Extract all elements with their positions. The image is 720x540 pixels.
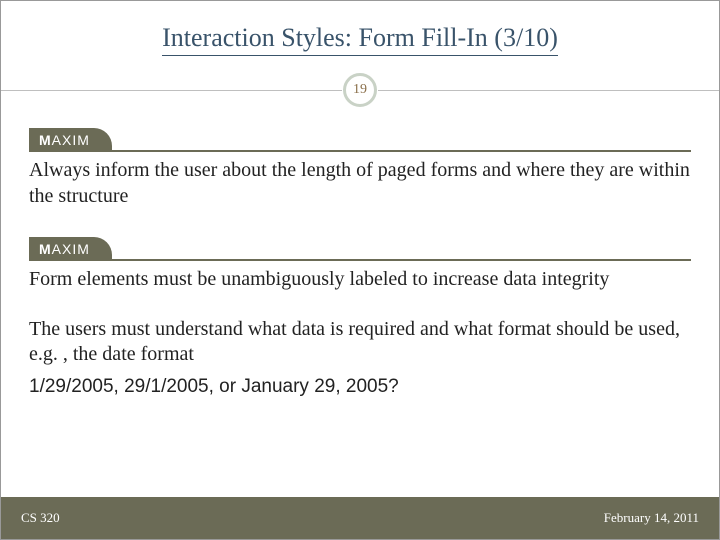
maxim-2-text: Form elements must be unambiguously labe… [29,267,691,293]
maxim-label-rest: AXIM [52,133,90,147]
slide: Interaction Styles: Form Fill-In (3/10) … [0,0,720,540]
title-wrap: Interaction Styles: Form Fill-In (3/10) [1,1,719,56]
maxim-label-bold-2: M [39,242,52,256]
slide-number: 19 [353,82,367,98]
slide-title: Interaction Styles: Form Fill-In (3/10) [162,23,558,56]
divider-right [378,90,719,91]
slide-number-badge: 19 [343,73,377,107]
maxim-rule-2 [108,259,691,261]
maxim-heading-2: MAXIM [29,237,691,261]
maxim-label-bold: M [39,133,52,147]
maxim-rule-1 [108,150,691,152]
maxim-1-text: Always inform the user about the length … [29,158,691,209]
maxim-chip-2: MAXIM [29,237,112,261]
footer: CS 320 February 14, 2011 [1,497,719,539]
note-text: The users must understand what data is r… [29,317,691,368]
footer-date: February 14, 2011 [604,510,699,526]
maxim-heading-1: MAXIM [29,128,691,152]
footer-course: CS 320 [21,510,60,526]
maxim-chip-1: MAXIM [29,128,112,152]
content-area: MAXIM Always inform the user about the l… [1,110,719,398]
maxim-label-rest-2: AXIM [52,242,90,256]
slide-number-row: 19 [1,70,719,110]
divider-left [1,90,342,91]
date-format-question: 1/29/2005, 29/1/2005, or January 29, 200… [29,376,691,398]
